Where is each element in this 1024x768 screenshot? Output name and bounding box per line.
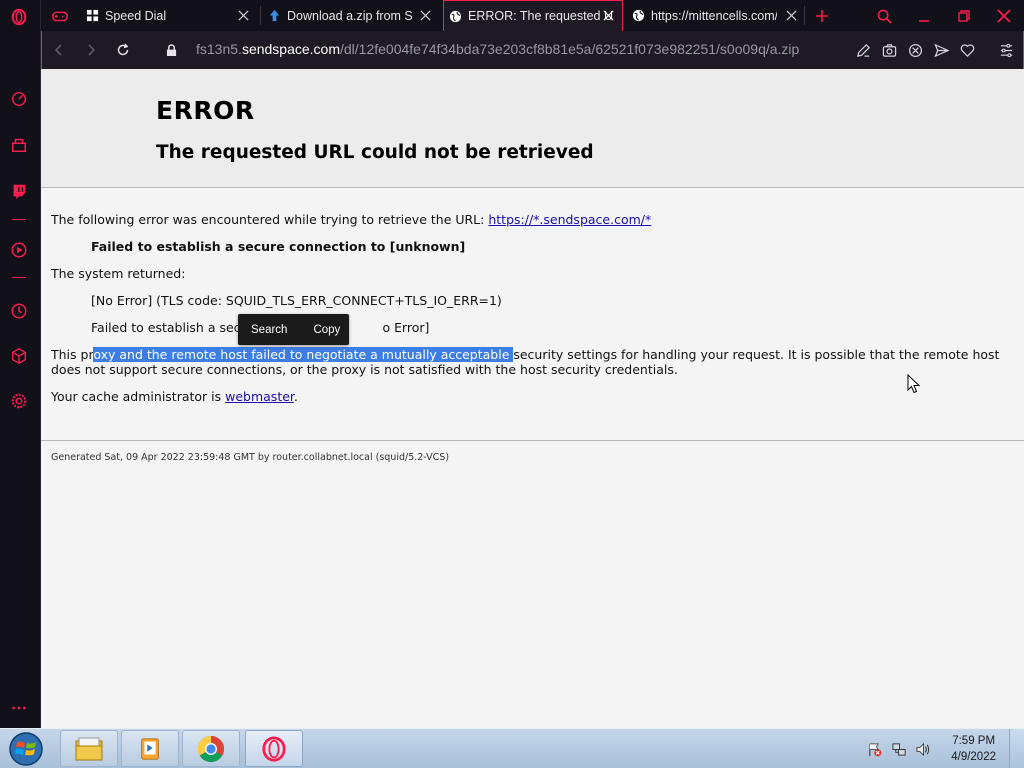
tab-label: ERROR: The requested U: [468, 9, 613, 23]
explanation-start: This pr: [51, 347, 94, 362]
media-player-icon: [141, 737, 159, 760]
easy-setup-menu-icon[interactable]: [997, 41, 1015, 59]
file-explorer-icon: [75, 737, 103, 760]
start-button[interactable]: [6, 730, 46, 768]
new-tab-plus-icon[interactable]: [811, 5, 833, 27]
search-tabs-icon[interactable]: [873, 5, 895, 27]
system-error-detail-end: o Error]: [382, 320, 430, 335]
window-close-icon[interactable]: [993, 5, 1015, 27]
url-field[interactable]: fs13n5.sendspace.com/dl/12fe004fe74f34bd…: [196, 41, 799, 57]
twitch-icon[interactable]: [8, 180, 30, 202]
history-icon[interactable]: [8, 300, 30, 322]
globe-icon: [448, 9, 462, 23]
page-title: ERROR: [156, 96, 255, 125]
system-returned-label: The system returned:: [51, 266, 186, 281]
extensions-cube-icon[interactable]: [8, 345, 30, 367]
error-content: The following error was encountered whil…: [41, 189, 1024, 441]
opera-sidebar: [0, 0, 41, 728]
chrome-icon: [197, 735, 225, 762]
edit-pencil-icon[interactable]: [854, 41, 872, 59]
opera-logo-icon[interactable]: [8, 6, 30, 28]
back-icon[interactable]: [50, 41, 68, 59]
settings-gear-icon[interactable]: [8, 390, 30, 412]
admin-suffix: .: [293, 389, 298, 404]
generated-footer: Generated Sat, 09 Apr 2022 23:59:48 GMT …: [51, 452, 450, 463]
clock-date: 4/9/2022: [951, 751, 996, 763]
url-host: sendspace.com: [241, 41, 340, 57]
tab-download[interactable]: Download a.zip from Se: [263, 0, 413, 31]
reload-icon[interactable]: [114, 41, 132, 59]
page-subtitle: The requested URL could not be retrieved: [156, 142, 594, 163]
heart-icon[interactable]: [958, 41, 976, 59]
taskbar-chrome[interactable]: [182, 730, 240, 767]
volume-icon[interactable]: [915, 741, 931, 757]
system-error-detail-start: Failed to establish a secu: [91, 320, 249, 335]
close-icon[interactable]: [238, 8, 252, 22]
error-header: ERROR The requested URL could not be ret…: [41, 69, 1024, 188]
tab-bar: Speed Dial Download a.zip from Se ERROR:…: [41, 0, 1024, 31]
intro-line: The following error was encountered whil…: [51, 212, 651, 227]
forward-icon[interactable]: [82, 41, 100, 59]
gx-corner-icon[interactable]: [8, 134, 30, 156]
failure-message: Failed to establish a secure connection …: [91, 239, 466, 254]
explanation-paragraph: This proxy and the remote host failed to…: [51, 347, 1011, 377]
search-selection-button[interactable]: Search: [238, 314, 300, 345]
windows-logo-icon: [9, 732, 43, 766]
tab-mittencells[interactable]: https://mittencells.com/: [627, 0, 777, 31]
tab-label: Speed Dial: [105, 8, 167, 23]
copy-selection-button[interactable]: Copy: [300, 314, 353, 345]
lock-icon[interactable]: [162, 41, 180, 59]
minimize-icon[interactable]: [913, 5, 935, 27]
tab-label: Download a.zip from Se: [287, 8, 413, 23]
address-bar: fs13n5.sendspace.com/dl/12fe004fe74f34bd…: [41, 31, 1024, 69]
windows-taskbar: 7:59 PM 4/9/2022: [0, 728, 1024, 768]
adblock-icon[interactable]: [906, 41, 924, 59]
tab-speed-dial[interactable]: Speed Dial: [81, 0, 259, 31]
opera-icon: [262, 735, 286, 762]
failed-url-link[interactable]: https://*.sendspace.com/*: [488, 212, 651, 227]
taskbar-opera[interactable]: [245, 730, 303, 767]
grid-icon: [85, 9, 99, 23]
mouse-cursor-icon: [907, 373, 921, 394]
upload-arrow-icon: [267, 9, 281, 23]
camera-snapshot-icon[interactable]: [880, 41, 898, 59]
clock-time: 7:59 PM: [952, 735, 996, 747]
taskbar-file-explorer[interactable]: [60, 730, 118, 767]
taskbar-media-player[interactable]: [121, 730, 179, 767]
webmaster-link[interactable]: webmaster: [225, 389, 294, 404]
action-center-flag-icon[interactable]: [866, 741, 882, 757]
web-page: ERROR The requested URL could not be ret…: [41, 69, 1024, 728]
more-dots-icon[interactable]: [8, 697, 30, 719]
url-path: /dl/12fe004fe74f34bda73e203cf8b81e5a/625…: [340, 41, 800, 57]
system-clock[interactable]: 7:59 PM 4/9/2022: [951, 733, 996, 765]
selection-popup: Search Copy: [238, 314, 349, 345]
intro-text: The following error was encountered whil…: [51, 212, 489, 227]
show-desktop-button[interactable]: [1009, 729, 1024, 768]
screen: Speed Dial Download a.zip from Se ERROR:…: [0, 0, 1024, 768]
close-icon[interactable]: [601, 8, 615, 22]
globe-icon: [631, 9, 645, 23]
close-icon[interactable]: [418, 8, 432, 22]
send-icon[interactable]: [932, 41, 950, 59]
system-error-code: [No Error] (TLS code: SQUID_TLS_ERR_CONN…: [91, 293, 502, 308]
player-icon[interactable]: [8, 239, 30, 261]
tab-error-active[interactable]: ERROR: The requested U: [443, 0, 623, 31]
gx-control-icon[interactable]: [8, 88, 30, 110]
url-prefix: fs13n5.: [196, 41, 242, 57]
admin-line: Your cache administrator is webmaster.: [51, 389, 298, 404]
tab-label: https://mittencells.com/: [651, 8, 777, 23]
admin-text: Your cache administrator is: [51, 389, 226, 404]
gamepad-icon[interactable]: [49, 5, 71, 27]
selected-text[interactable]: oxy and the remote host failed to negoti…: [93, 347, 514, 362]
network-icon[interactable]: [891, 741, 907, 757]
restore-icon[interactable]: [953, 5, 975, 27]
close-icon[interactable]: [784, 8, 798, 22]
